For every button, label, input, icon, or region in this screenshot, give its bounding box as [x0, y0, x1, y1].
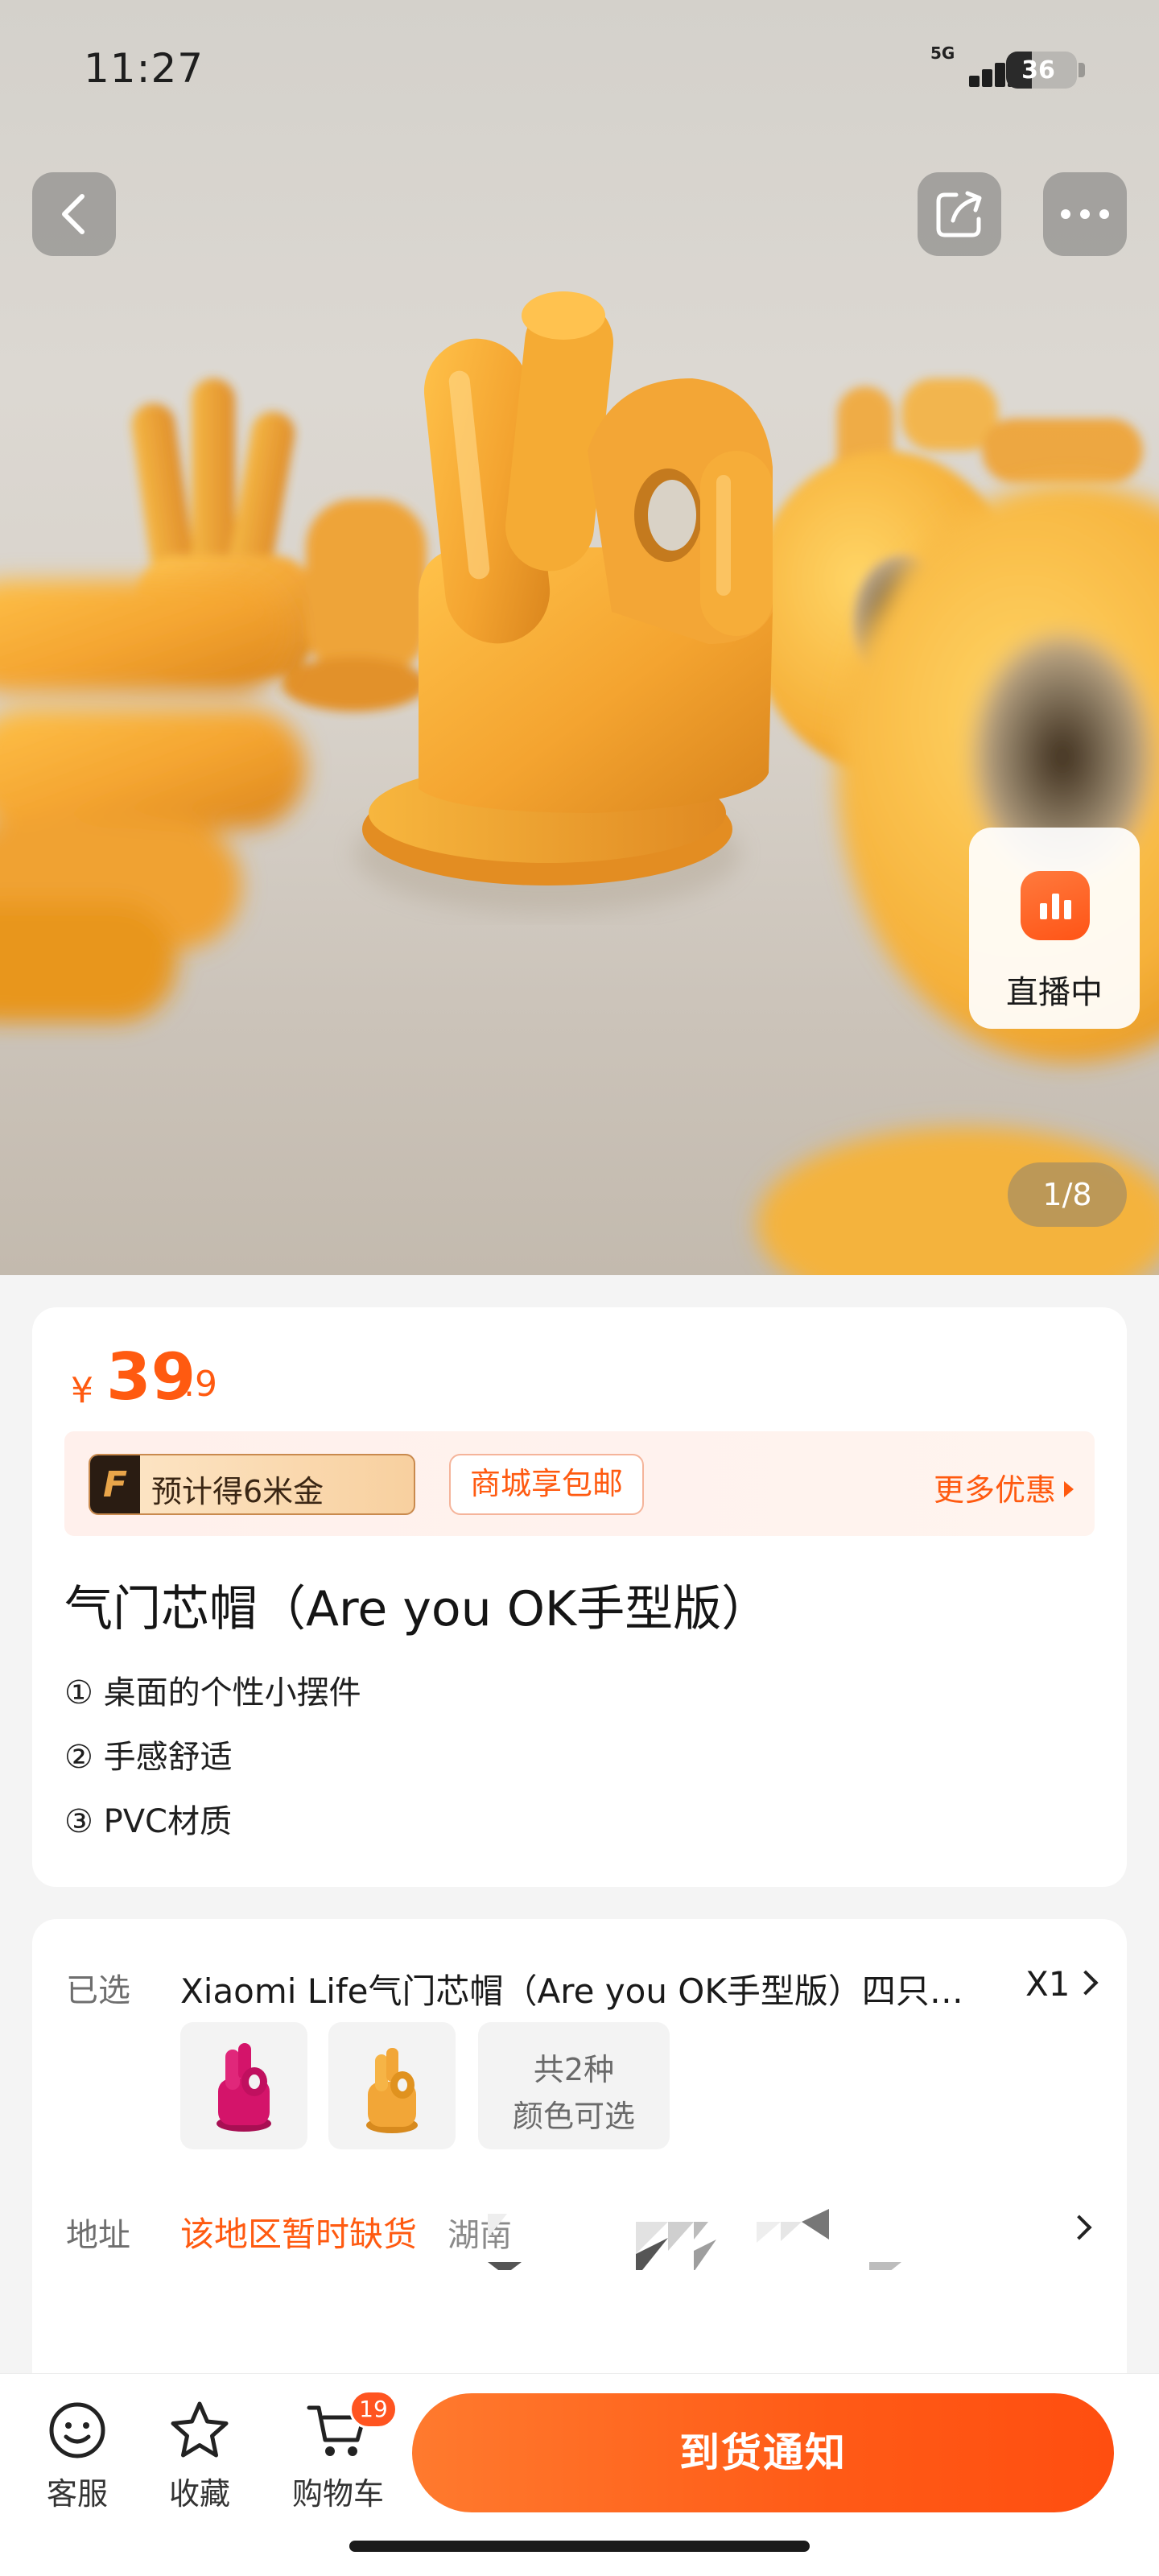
image-counter: 1/8 — [1008, 1162, 1127, 1227]
redacted-address-mask — [488, 2209, 901, 2270]
product-image-carousel[interactable]: 11:27 5G 36 直播中 1/8 — [0, 0, 1159, 1275]
price-integer: 39 — [106, 1340, 196, 1414]
more-colors-button[interactable]: 共2种 颜色可选 — [478, 2022, 670, 2149]
back-button[interactable] — [32, 172, 116, 256]
selected-variant[interactable]: Xiaomi Life气门芯帽（Are you OK手型版）四只装… — [180, 1964, 993, 2013]
status-icons: 5G 36 — [926, 42, 1087, 95]
customer-service-button[interactable]: 客服 — [21, 2374, 134, 2535]
back-arrow-icon — [62, 194, 85, 234]
cart-count-badge: 19 — [349, 2390, 398, 2429]
battery-icon: 36 — [1006, 52, 1077, 89]
more-dots-icon — [1061, 209, 1109, 219]
network-type: 5G — [930, 43, 955, 63]
selected-quantity: X1 — [1025, 1964, 1070, 2004]
smiley-icon — [49, 2402, 105, 2458]
share-button[interactable] — [918, 172, 1001, 256]
variant-count: 共2种 — [533, 2052, 615, 2087]
battery-tip — [1079, 63, 1085, 77]
product-detail-page: 11:27 5G 36 直播中 1/8 ¥ 39 .9 F 预计得6米金 商城享… — [0, 0, 1159, 2576]
free-shipping-tag: 商城享包邮 — [449, 1454, 644, 1515]
more-deals-link[interactable]: 更多优惠 — [934, 1465, 1074, 1509]
selected-label: 已选 — [66, 1972, 130, 2009]
share-icon — [936, 191, 982, 237]
restock-notify-button[interactable]: 到货通知 — [412, 2393, 1114, 2512]
yellow-hand-thumbnail — [366, 2048, 418, 2133]
color-swatch-yellow[interactable] — [328, 2022, 456, 2149]
cart-button[interactable]: 19 购物车 — [282, 2374, 398, 2535]
status-bar: 11:27 5G 36 — [0, 0, 1159, 137]
price-decimal: .9 — [184, 1364, 217, 1405]
price-currency: ¥ — [71, 1370, 93, 1411]
status-time: 11:27 — [84, 45, 204, 92]
live-label: 直播中 — [1006, 974, 1103, 1011]
variant-hint: 颜色可选 — [512, 2099, 635, 2134]
feature-item: ③ PVC材质 — [64, 1803, 232, 1840]
coin-reward-text: 预计得6米金 — [151, 1474, 324, 1509]
more-deals-label: 更多优惠 — [933, 1472, 1056, 1508]
star-icon — [171, 2401, 229, 2458]
home-indicator[interactable] — [349, 2541, 810, 2552]
more-options-button[interactable] — [1043, 172, 1127, 256]
product-title: 气门芯帽（Are you OK手型版） — [64, 1581, 770, 1637]
favorite-label: 收藏 — [168, 2476, 230, 2512]
feature-item: ① 桌面的个性小摆件 — [64, 1674, 361, 1711]
battery-level: 36 — [1021, 56, 1055, 85]
promo-bar: F 预计得6米金 商城享包邮 更多优惠 — [64, 1431, 1095, 1536]
live-chart-icon — [1021, 871, 1090, 940]
magenta-hand-thumbnail — [217, 2043, 271, 2132]
color-swatch-magenta[interactable] — [180, 2022, 307, 2149]
feature-item: ② 手感舒适 — [64, 1739, 233, 1776]
address-label: 地址 — [66, 2217, 130, 2254]
cart-label: 购物车 — [291, 2476, 384, 2512]
coin-reward-tag: F 预计得6米金 — [89, 1454, 415, 1515]
stock-warning: 该地区暂时缺货 — [180, 2215, 418, 2254]
caret-right-icon — [1064, 1481, 1074, 1497]
favorite-button[interactable]: 收藏 — [143, 2374, 256, 2535]
coin-icon: F — [90, 1455, 140, 1513]
customer-service-label: 客服 — [46, 2476, 108, 2512]
live-stream-button[interactable]: 直播中 — [969, 828, 1140, 1029]
